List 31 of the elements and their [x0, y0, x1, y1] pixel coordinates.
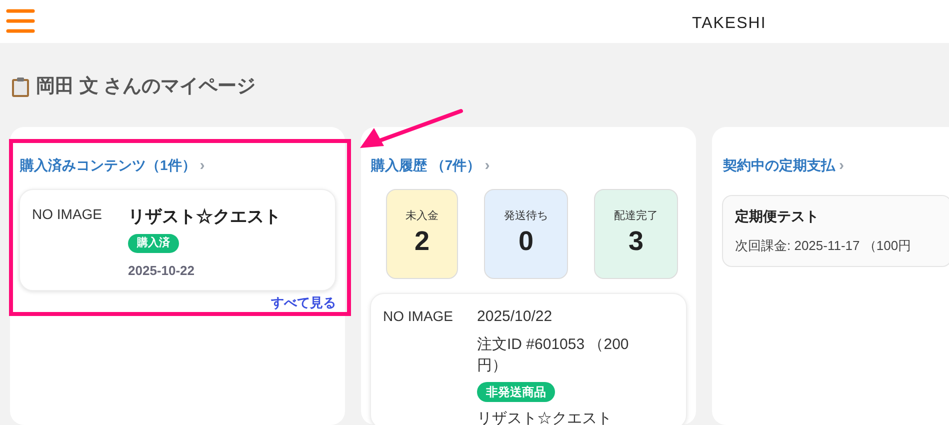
content-card[interactable]: NO IMAGE リザスト☆クエスト 購入済 2025-10-22 [19, 188, 336, 290]
clipboard-icon [11, 77, 30, 98]
status-tile[interactable]: 未入金 2 [386, 188, 458, 278]
see-all-link[interactable]: すべて見る [271, 292, 336, 312]
status-badge: 非発送商品 [477, 382, 556, 402]
status-label: 配達完了 [614, 208, 658, 224]
menu-icon[interactable] [6, 8, 35, 33]
section-link[interactable]: 購入履歴 （7件） › [371, 155, 687, 178]
status-tile[interactable]: 配達完了 3 [594, 188, 678, 278]
brand-name: TAKESHI [692, 14, 766, 34]
image-placeholder: NO IMAGE [383, 306, 454, 326]
section-link[interactable]: 購入済みコンテンツ（1件） › [20, 155, 336, 178]
status-label: 発送待ち [504, 208, 548, 224]
purchase-date: 2025-10-22 [128, 262, 195, 280]
status-badge: 購入済 [128, 234, 180, 252]
status-count: 3 [628, 225, 644, 258]
section-link[interactable]: 契約中の定期支払 › [723, 155, 949, 178]
order-date: 2025/10/22 [477, 306, 552, 326]
next-charge-text: 次回課金: 2025-11-17 （100円 [735, 236, 912, 254]
content-title: リザスト☆クエスト [128, 206, 282, 228]
order-card[interactable]: NO IMAGE 2025/10/22 注文ID #601053 （200円） 非発送商品 リザスト☆クエスト [370, 292, 687, 425]
status-label: 未入金 [406, 208, 438, 224]
status-tile[interactable]: 発送待ち 0 [484, 188, 568, 278]
status-count: 0 [518, 225, 534, 258]
image-placeholder: NO IMAGE [32, 204, 102, 224]
status-count: 2 [414, 225, 430, 258]
product-name: リザスト☆クエスト [477, 409, 612, 425]
order-info: 注文ID #601053 （200円） [477, 335, 630, 376]
page-title: 岡田 文 さんのマイページ [36, 74, 256, 100]
subscription-card[interactable]: 定期便テスト 次回課金: 2025-11-17 （100円 [722, 194, 949, 266]
subscription-name: 定期便テスト [735, 206, 820, 226]
